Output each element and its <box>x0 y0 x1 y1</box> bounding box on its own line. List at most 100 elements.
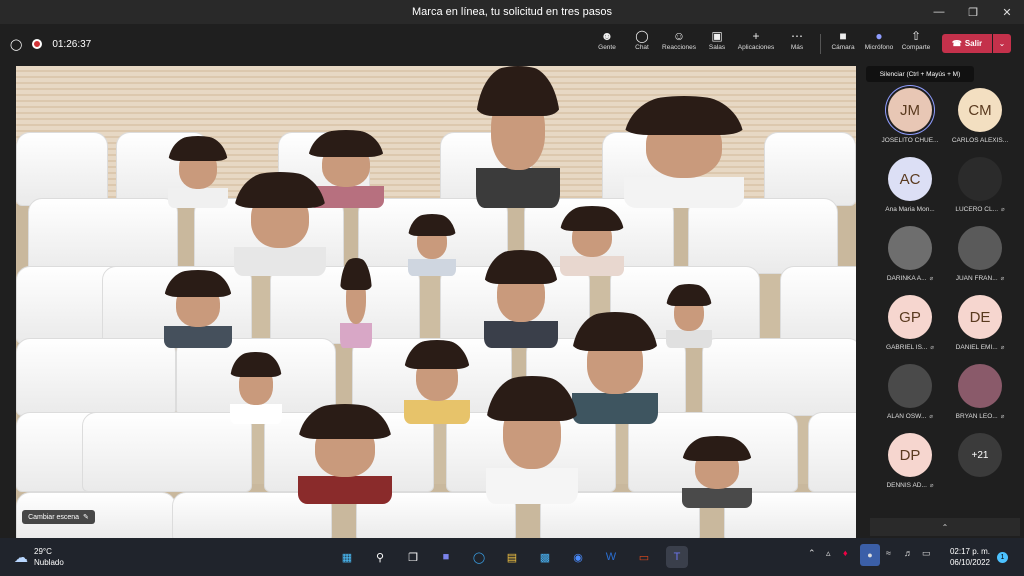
wifi-icon[interactable]: ≈ <box>886 548 891 558</box>
share-icon: ⇧ <box>910 29 922 43</box>
zoom-icon[interactable]: ◉ <box>567 546 589 568</box>
store-icon[interactable]: ▩ <box>534 546 556 568</box>
rooms-icon: ▣ <box>711 29 723 43</box>
participant-name: DENNIS AD... ⌀ <box>886 482 934 489</box>
camera-button[interactable]: ■ Cámara <box>824 28 862 60</box>
participant-name: LUCERO CL... ⌀ <box>955 206 1005 213</box>
participant-name: DANIEL EMI... ⌀ <box>955 344 1005 351</box>
auditorium-seat <box>16 132 108 206</box>
roster-participant[interactable]: DP DENNIS AD... ⌀ <box>878 433 942 497</box>
meeting-toolbar: ◯ 01:26:37 ☻ Gente ◯ Chat ☺ Reacciones ▣ Sal… <box>0 24 1024 64</box>
participant-name: CARLOS ALEXIS... <box>951 137 1009 144</box>
avatar: JM <box>888 88 932 132</box>
leave-button[interactable]: ☎ Salir <box>942 34 992 53</box>
window-controls: — ❐ ✕ <box>922 0 1024 24</box>
mic-off-icon: ⌀ <box>929 483 934 489</box>
maximize-icon[interactable]: ❐ <box>956 0 990 24</box>
more-button[interactable]: ⋯ Más <box>778 28 816 60</box>
mic-in-use-icon[interactable]: ● <box>860 544 880 566</box>
start-icon[interactable]: ▦ <box>336 546 358 568</box>
roster-participant[interactable]: JM JOSELITO CHUE... <box>878 88 942 152</box>
cloud-icon: ☁ <box>14 548 28 565</box>
avatar <box>958 226 1002 270</box>
participant-name: JUAN FRAN... ⌀ <box>955 275 1005 282</box>
leave-dropdown[interactable]: ⌄ <box>993 34 1011 53</box>
teams-chat-icon[interactable]: ■ <box>435 546 457 568</box>
auditorium-seat <box>82 412 252 492</box>
file-explorer-icon[interactable]: ▤ <box>501 546 523 568</box>
search-icon[interactable]: ⚲ <box>369 546 391 568</box>
notification-badge[interactable]: 1 <box>997 552 1008 563</box>
apps-button[interactable]: + Aplicaciones <box>737 28 775 60</box>
participant-name: BRYAN LEO... ⌀ <box>955 413 1005 420</box>
avatar: GP <box>888 295 932 339</box>
tray-app-icon[interactable]: ▵ <box>826 548 831 559</box>
phone-hangup-icon: ☎ <box>951 39 962 48</box>
roster-participant[interactable]: JUAN FRAN... ⌀ <box>948 226 1012 290</box>
people-button[interactable]: ☻ Gente <box>588 28 626 60</box>
volume-icon[interactable]: ♬ <box>904 548 913 558</box>
auditorium-seat <box>16 338 176 416</box>
task-view-icon[interactable]: ❐ <box>402 546 424 568</box>
mic-off-icon: ⌀ <box>1001 207 1005 213</box>
mic-off-icon: ⌀ <box>929 276 934 282</box>
roster-collapse[interactable]: ⌃ <box>870 518 1020 536</box>
together-mode-stage <box>16 66 856 538</box>
people-icon: ☻ <box>600 29 614 43</box>
chat-icon: ◯ <box>635 29 649 43</box>
participant-video <box>404 340 470 424</box>
meeting-timer: 01:26:37 <box>52 38 92 50</box>
mic-off-icon: ⌀ <box>930 345 934 351</box>
avatar: AC <box>888 157 932 201</box>
toolbar-divider <box>820 34 821 54</box>
avatar: DE <box>958 295 1002 339</box>
office-icon[interactable]: ▭ <box>633 546 655 568</box>
auditorium-seat <box>780 266 856 344</box>
mic-off-icon: ⌀ <box>1000 414 1005 420</box>
mic-button[interactable]: ● Micrófono <box>860 28 898 60</box>
plus-icon: + <box>752 29 760 43</box>
avatar <box>888 226 932 270</box>
reactions-button[interactable]: ☺ Reacciones <box>660 28 698 60</box>
weather-widget[interactable]: ☁ 29°C Nublado <box>14 546 64 568</box>
share-button[interactable]: ⇧ Comparte <box>897 28 935 60</box>
auditorium-seat <box>28 198 178 274</box>
shield-icon: ◯ <box>10 38 23 51</box>
roster-participant[interactable]: LUCERO CL... ⌀ <box>948 157 1012 221</box>
tray-alert-icon[interactable]: ♦ <box>843 548 848 558</box>
participant-video <box>624 96 744 208</box>
roster-more[interactable]: +21 <box>948 433 1012 497</box>
roster-participant[interactable]: ALAN OSW... ⌀ <box>878 364 942 428</box>
minimize-icon[interactable]: — <box>922 0 956 24</box>
participant-name: GABRIEL IS... ⌀ <box>886 344 934 351</box>
change-scene-button[interactable]: Cambiar escena ✎ <box>22 510 95 524</box>
close-icon[interactable]: ✕ <box>990 0 1024 24</box>
rooms-button[interactable]: ▣ Salas <box>698 28 736 60</box>
participant-video <box>476 66 560 208</box>
system-clock[interactable]: 02:17 p. m. 06/10/2022 <box>938 546 990 568</box>
reactions-icon: ☺ <box>672 29 686 43</box>
participant-video <box>234 172 326 276</box>
chevron-up-icon[interactable]: ⌃ <box>808 548 816 559</box>
chat-button[interactable]: ◯ Chat <box>623 28 661 60</box>
edge-icon[interactable]: ◯ <box>468 546 490 568</box>
battery-icon[interactable]: ▭ <box>922 548 931 559</box>
teams-icon[interactable]: T <box>666 546 688 568</box>
participant-video <box>666 284 712 348</box>
word-icon[interactable]: W <box>600 546 622 568</box>
chevron-down-icon: ⌄ <box>998 39 1006 48</box>
roster-participant[interactable]: BRYAN LEO... ⌀ <box>948 364 1012 428</box>
roster-participant[interactable]: DE DANIEL EMI... ⌀ <box>948 295 1012 359</box>
camera-icon: ■ <box>839 29 847 43</box>
mute-tooltip: Silenciar (Ctrl + Mayús + M) <box>866 66 974 82</box>
participant-video <box>560 206 624 276</box>
avatar <box>958 157 1002 201</box>
avatar: DP <box>888 433 932 477</box>
roster-participant[interactable]: DARINKA A... ⌀ <box>878 226 942 290</box>
participant-video <box>168 136 228 208</box>
roster-participant[interactable]: CM CARLOS ALEXIS... <box>948 88 1012 152</box>
auditorium-seat <box>688 198 838 274</box>
more-icon: ⋯ <box>791 29 803 43</box>
roster-participant[interactable]: GP GABRIEL IS... ⌀ <box>878 295 942 359</box>
roster-participant[interactable]: AC Ana Maria Mon... <box>878 157 942 221</box>
